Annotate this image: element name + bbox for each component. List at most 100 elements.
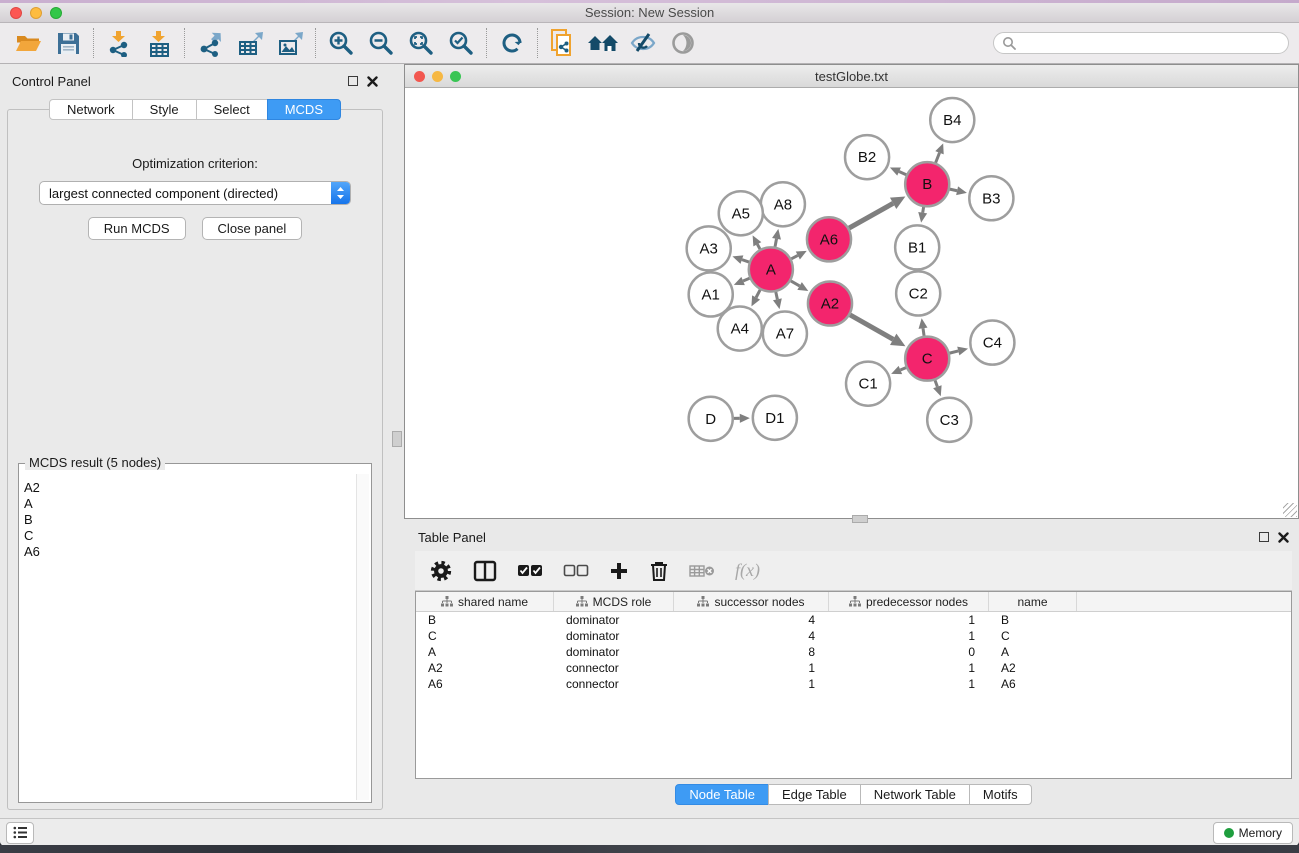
edge-B-B4[interactable]: [936, 153, 940, 163]
node-A[interactable]: A: [749, 247, 793, 291]
criterion-select[interactable]: largest connected component (directed): [39, 181, 351, 205]
delete-table-button[interactable]: [689, 563, 715, 579]
export-image-button[interactable]: [270, 26, 310, 60]
edge-A-A3[interactable]: [742, 260, 749, 262]
edge-A-A8[interactable]: [775, 239, 776, 247]
export-network-button[interactable]: [190, 26, 230, 60]
table-settings-button[interactable]: [429, 559, 453, 583]
column-header-mcds-role[interactable]: MCDS role: [554, 592, 674, 611]
import-table-button[interactable]: [139, 26, 179, 60]
tab-edge-table[interactable]: Edge Table: [768, 784, 861, 805]
tab-mcds[interactable]: MCDS: [267, 99, 341, 120]
mcds-result-item[interactable]: A: [24, 496, 355, 512]
mcds-result-item[interactable]: A6: [24, 544, 355, 560]
network-canvas[interactable]: B4B2BB3A8A5A6B1A3AA1C2A2A4A7CC4C1C3DD1: [405, 89, 1298, 518]
create-column-button[interactable]: [609, 561, 629, 581]
edge-A2-C[interactable]: [850, 315, 893, 339]
table-cell[interactable]: 1: [829, 661, 989, 675]
edge-B-B3[interactable]: [950, 189, 957, 191]
edge-C-C3[interactable]: [935, 380, 937, 386]
search-field[interactable]: [993, 32, 1289, 54]
table-cell[interactable]: dominator: [554, 613, 674, 627]
node-C1[interactable]: C1: [846, 362, 890, 406]
table-cell[interactable]: connector: [554, 661, 674, 675]
table-cell[interactable]: 8: [674, 645, 829, 659]
mcds-result-item[interactable]: C: [24, 528, 355, 544]
table-cell[interactable]: C: [989, 629, 1077, 643]
node-A3[interactable]: A3: [687, 226, 731, 270]
edge-B-B2[interactable]: [899, 172, 906, 175]
select-all-button[interactable]: [517, 564, 543, 577]
node-A6[interactable]: A6: [807, 217, 851, 261]
memory-button[interactable]: Memory: [1213, 822, 1293, 844]
float-panel-icon[interactable]: [348, 76, 358, 86]
save-session-button[interactable]: [48, 26, 88, 60]
table-cell[interactable]: C: [416, 629, 554, 643]
birds-eye-button[interactable]: [663, 26, 703, 60]
result-scrollbar[interactable]: [356, 474, 369, 800]
table-cell[interactable]: B: [989, 613, 1077, 627]
edge-A-A1[interactable]: [743, 278, 749, 281]
node-B1[interactable]: B1: [895, 225, 939, 269]
table-cell[interactable]: 1: [829, 613, 989, 627]
zoom-out-button[interactable]: [361, 26, 401, 60]
run-mcds-button[interactable]: Run MCDS: [88, 217, 186, 240]
node-C[interactable]: C: [905, 337, 949, 381]
table-row[interactable]: Bdominator41B: [416, 612, 1291, 628]
zoom-selected-button[interactable]: [441, 26, 481, 60]
mcds-result-item[interactable]: A2: [24, 480, 355, 496]
vertical-splitter-handle[interactable]: [392, 431, 402, 447]
zoom-in-button[interactable]: [321, 26, 361, 60]
node-C4[interactable]: C4: [970, 321, 1014, 365]
node-A4[interactable]: A4: [718, 307, 762, 351]
edge-A-A5[interactable]: [757, 244, 760, 249]
import-network-button[interactable]: [99, 26, 139, 60]
edge-B-B1[interactable]: [923, 207, 924, 213]
table-cell[interactable]: connector: [554, 677, 674, 691]
column-header-predecessor-nodes[interactable]: predecessor nodes: [829, 592, 989, 611]
table-cell[interactable]: dominator: [554, 645, 674, 659]
task-history-button[interactable]: [6, 822, 34, 844]
export-table-button[interactable]: [230, 26, 270, 60]
edge-C-C2[interactable]: [923, 328, 924, 336]
table-cell[interactable]: dominator: [554, 629, 674, 643]
node-A8[interactable]: A8: [761, 182, 805, 226]
close-panel-button[interactable]: Close panel: [202, 217, 303, 240]
horizontal-splitter-handle[interactable]: [852, 515, 868, 523]
column-header-successor-nodes[interactable]: successor nodes: [674, 592, 829, 611]
close-panel-icon[interactable]: [367, 76, 378, 87]
edge-C-C1[interactable]: [900, 368, 906, 370]
network-window-titlebar[interactable]: testGlobe.txt: [405, 65, 1298, 88]
table-cell[interactable]: 4: [674, 613, 829, 627]
table-row[interactable]: Cdominator41C: [416, 628, 1291, 644]
tab-style[interactable]: Style: [132, 99, 197, 120]
table-cell[interactable]: 0: [829, 645, 989, 659]
edge-A6-B[interactable]: [849, 203, 893, 228]
mcds-result-item[interactable]: B: [24, 512, 355, 528]
column-header-name[interactable]: name: [989, 592, 1077, 611]
deselect-all-button[interactable]: [563, 564, 589, 577]
function-builder-button[interactable]: f(x): [735, 560, 760, 581]
edge-A-A4[interactable]: [756, 290, 760, 298]
node-B2[interactable]: B2: [845, 135, 889, 179]
node-D1[interactable]: D1: [753, 396, 797, 440]
clone-network-button[interactable]: [543, 26, 583, 60]
titlebar[interactable]: Session: New Session: [0, 3, 1299, 23]
node-A7[interactable]: A7: [763, 312, 807, 356]
tab-select[interactable]: Select: [196, 99, 268, 120]
toggle-details-button[interactable]: [623, 26, 663, 60]
table-cell[interactable]: 1: [829, 629, 989, 643]
node-A2[interactable]: A2: [808, 281, 852, 325]
window-resize-grip[interactable]: [1283, 503, 1297, 517]
table-cell[interactable]: A: [989, 645, 1077, 659]
table-row[interactable]: Adominator80A: [416, 644, 1291, 660]
table-cell[interactable]: A2: [416, 661, 554, 675]
tab-motifs[interactable]: Motifs: [969, 784, 1032, 805]
node-B[interactable]: B: [905, 162, 949, 206]
split-table-view-button[interactable]: [473, 560, 497, 582]
node-A5[interactable]: A5: [719, 191, 763, 235]
search-input[interactable]: [1020, 34, 1288, 52]
table-cell[interactable]: 1: [674, 677, 829, 691]
edge-A-A7[interactable]: [776, 292, 778, 299]
close-panel-icon[interactable]: [1278, 532, 1289, 543]
